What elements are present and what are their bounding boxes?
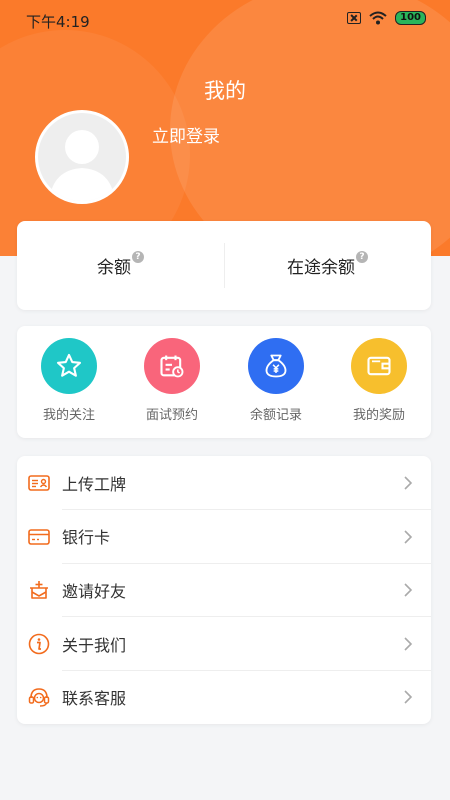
login-link[interactable]: 立即登录: [152, 122, 220, 147]
menu-item-label: 银行卡: [62, 528, 111, 548]
chevron-right-icon: [404, 476, 413, 490]
battery-icon: 100: [395, 11, 426, 25]
help-icon[interactable]: ?: [132, 250, 144, 263]
calendar-icon: [144, 338, 200, 394]
menu-item-label: 关于我们: [62, 635, 127, 655]
wallet-icon: [351, 338, 407, 394]
chevron-right-icon: [404, 637, 413, 651]
bank-card-icon: [28, 528, 50, 545]
wifi-icon: [369, 11, 387, 25]
avatar[interactable]: [35, 110, 129, 204]
no-sim-icon: [347, 12, 362, 24]
profile-header: 下午4:19 100 我的 立即登录: [0, 0, 450, 256]
status-time: 下午4:19: [26, 13, 90, 31]
quick-action-interview[interactable]: 面试预约: [120, 338, 224, 423]
menu-card: 上传工牌 银行卡 邀请好友 关于我们 联系客服: [17, 456, 431, 724]
invite-icon: [30, 581, 48, 599]
info-icon: [28, 633, 50, 655]
headset-icon: [28, 688, 50, 708]
quick-action-label: 余额记录: [249, 408, 302, 423]
chevron-right-icon: [404, 530, 413, 544]
quick-actions-card: 我的关注 面试预约 余额记录 我的奖励: [17, 326, 431, 438]
menu-item-label: 联系客服: [62, 689, 127, 709]
balance-item[interactable]: 余额 ?: [17, 221, 224, 310]
star-icon: [41, 338, 97, 394]
in-transit-balance-item[interactable]: 在途余额 ?: [224, 221, 431, 310]
menu-item-about-us[interactable]: 关于我们: [17, 617, 431, 671]
menu-item-bank-card[interactable]: 银行卡: [17, 510, 431, 564]
quick-action-label: 我的关注: [42, 408, 95, 423]
in-transit-balance-label: 在途余额: [287, 258, 355, 278]
page-title: 我的: [204, 79, 246, 103]
status-icons: 100: [347, 11, 426, 25]
default-avatar-icon: [49, 130, 115, 201]
menu-item-invite-friends[interactable]: 邀请好友: [17, 563, 431, 617]
chevron-right-icon: [404, 583, 413, 597]
money-bag-icon: [248, 338, 304, 394]
menu-item-label: 上传工牌: [62, 474, 127, 494]
menu-item-customer-service[interactable]: 联系客服: [17, 670, 431, 724]
quick-action-balance-records[interactable]: 余额记录: [224, 338, 328, 423]
quick-action-label: 我的奖励: [352, 408, 405, 423]
status-bar: 下午4:19 100: [0, 0, 450, 40]
badge-icon: [28, 475, 50, 491]
balance-label: 余额: [97, 258, 131, 278]
menu-item-label: 邀请好友: [62, 581, 127, 601]
quick-action-rewards[interactable]: 我的奖励: [327, 338, 431, 423]
quick-action-follows[interactable]: 我的关注: [17, 338, 121, 423]
chevron-right-icon: [404, 690, 413, 704]
menu-item-upload-badge[interactable]: 上传工牌: [17, 456, 431, 510]
quick-action-label: 面试预约: [145, 408, 198, 423]
balance-card: 余额 ? 在途余额 ?: [17, 221, 431, 310]
help-icon[interactable]: ?: [356, 250, 368, 263]
